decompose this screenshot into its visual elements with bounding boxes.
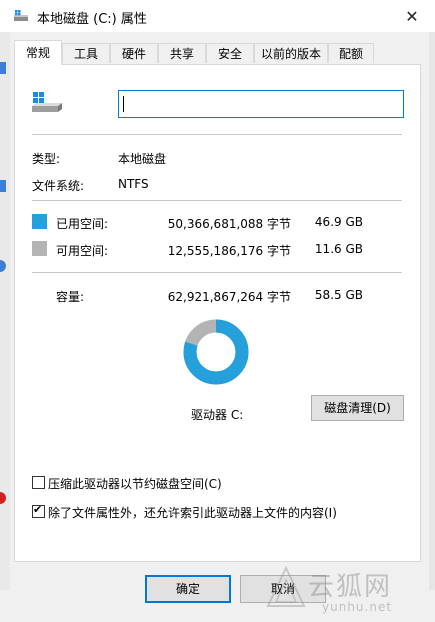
- windows-logo-icon: [33, 92, 38, 97]
- bg-mark: [0, 180, 6, 192]
- used-space-size: 46.9 GB: [314, 215, 363, 229]
- tab-general[interactable]: 常规: [14, 40, 62, 65]
- capacity-bytes: 62,921,867,264 字节: [167, 290, 291, 304]
- compress-checkbox[interactable]: [32, 476, 45, 489]
- filesystem-value: NTFS: [118, 177, 149, 191]
- capacity-size: 58.5 GB: [314, 288, 363, 302]
- tab-hardware[interactable]: 硬件: [110, 43, 158, 63]
- close-button[interactable]: ✕: [389, 0, 435, 32]
- tab-sharing[interactable]: 共享: [158, 43, 206, 63]
- index-label[interactable]: 除了文件属性外，还允许索引此驱动器上文件的内容(I): [48, 504, 337, 521]
- free-space-label: 可用空间:: [56, 244, 109, 258]
- free-space-swatch: [32, 241, 47, 256]
- close-icon: ✕: [405, 6, 419, 26]
- drive-icon: [32, 92, 62, 112]
- ok-button[interactable]: 确定: [145, 575, 231, 603]
- watermark-text: 云狐网: [308, 572, 393, 602]
- tab-tools[interactable]: 工具: [62, 43, 110, 63]
- free-space-size: 11.6 GB: [314, 242, 363, 256]
- separator: [32, 272, 402, 273]
- drive-letter-label: 驱动器 C:: [191, 408, 244, 422]
- type-value: 本地磁盘: [118, 152, 167, 166]
- type-label: 类型:: [32, 152, 61, 166]
- compress-label[interactable]: 压缩此驱动器以节约磁盘空间(C): [48, 475, 222, 492]
- tab-previous-versions[interactable]: 以前的版本: [254, 43, 328, 63]
- window-title: 本地磁盘 (C:) 属性: [37, 12, 147, 27]
- used-space-label: 已用空间:: [56, 217, 109, 231]
- bg-mark: [0, 62, 6, 74]
- general-tab-panel: 类型: 本地磁盘 文件系统: NTFS 已用空间: 50,366,681,088…: [14, 64, 421, 562]
- tab-security[interactable]: 安全: [206, 43, 254, 63]
- watermark-icon: [266, 566, 306, 607]
- separator: [32, 200, 402, 201]
- bg-mark: [0, 260, 6, 272]
- disk-usage-donut: [183, 319, 249, 385]
- used-space-bytes: 50,366,681,088 字节: [167, 217, 291, 231]
- used-space-swatch: [32, 214, 47, 229]
- watermark-logo: 云狐网 yunhu.net: [262, 562, 432, 622]
- background-window-strip: [0, 30, 10, 590]
- tab-quota[interactable]: 配额: [328, 43, 374, 63]
- free-space-bytes: 12,555,186,176 字节: [167, 244, 291, 258]
- disk-cleanup-button[interactable]: 磁盘清理(D): [311, 395, 404, 421]
- index-checkbox[interactable]: ✔: [32, 503, 45, 518]
- separator: [32, 134, 402, 135]
- bg-mark: [0, 492, 6, 504]
- watermark-subtext: yunhu.net: [322, 600, 393, 614]
- capacity-label: 容量:: [56, 290, 85, 304]
- checkmark-icon: ✔: [33, 503, 43, 516]
- filesystem-label: 文件系统:: [32, 179, 85, 193]
- drive-name-input[interactable]: [118, 90, 404, 118]
- background-window-strip-right: [429, 30, 435, 590]
- title-bar: 本地磁盘 (C:) 属性 ✕: [0, 0, 435, 32]
- text-caret: [123, 96, 124, 112]
- drive-icon: [14, 10, 28, 21]
